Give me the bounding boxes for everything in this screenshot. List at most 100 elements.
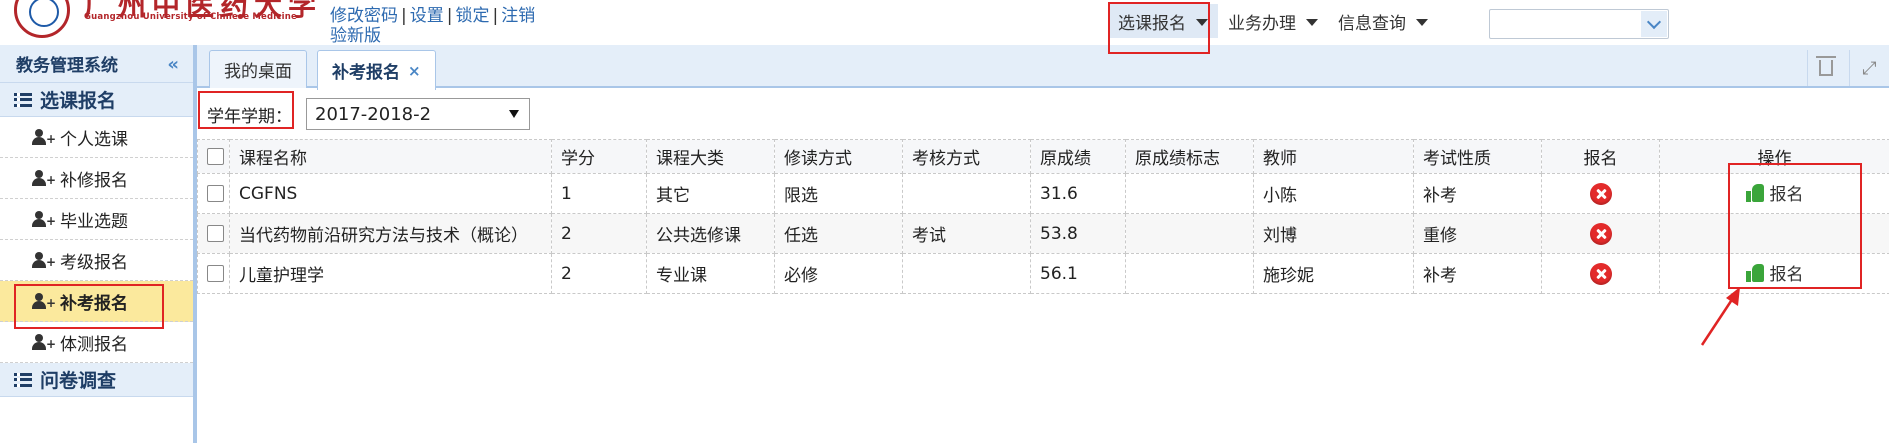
- tab-makeup-exam[interactable]: 补考报名 ×: [317, 50, 436, 90]
- column-header[interactable]: 课程名称: [229, 139, 552, 174]
- teacher-cell: 刘博: [1253, 213, 1414, 254]
- user-add-icon: +: [32, 334, 56, 350]
- column-header[interactable]: 报名: [1541, 139, 1660, 174]
- row-select-cell: [197, 213, 230, 254]
- column-header[interactable]: 原成绩: [1030, 139, 1126, 174]
- category-cell: 专业课: [646, 253, 775, 294]
- sidebar-group-course-registration[interactable]: 选课报名: [0, 83, 193, 117]
- close-icon[interactable]: ×: [408, 62, 421, 80]
- top-header: 广州中医药大学 Guangzhou University of Chinese …: [0, 0, 1889, 46]
- column-header[interactable]: 原成绩标志: [1125, 139, 1254, 174]
- dropdown-arrow-icon: [509, 110, 519, 118]
- term-select[interactable]: 2017-2018-2: [306, 98, 530, 130]
- chevron-down-icon[interactable]: [1641, 11, 1667, 37]
- tab-bar: 我的桌面 补考报名 × ⤢: [197, 45, 1889, 90]
- main-content: 我的桌面 补考报名 × ⤢ 学年学期： 2017-2018-2 课程名称 学分 …: [197, 45, 1889, 443]
- register-button[interactable]: 报名: [1745, 260, 1804, 285]
- registration-status-cell: [1541, 253, 1660, 294]
- credit-cell: 2: [551, 253, 647, 294]
- table-row: 当代药物前沿研究方法与技术（概论） 2 公共选修课 任选 考试 53.8 刘博 …: [197, 213, 1889, 254]
- sidebar: 教务管理系统 « 选课报名 + 个人选课 + 补修报名 + 毕业选题 + 考级报…: [0, 45, 197, 443]
- caret-down-icon: [1196, 18, 1208, 26]
- sidebar-item-repair-registration[interactable]: + 补修报名: [0, 158, 193, 199]
- select-all-checkbox[interactable]: [207, 148, 224, 165]
- row-checkbox[interactable]: [207, 265, 224, 282]
- course-name-cell: CGFNS: [229, 173, 552, 214]
- exam-type-cell: 重修: [1413, 213, 1542, 254]
- sidebar-item-fitness-test[interactable]: + 体测报名: [0, 322, 193, 363]
- tab-label: 补考报名: [332, 63, 400, 83]
- score-flag-cell: [1125, 253, 1254, 294]
- column-header[interactable]: 考核方式: [902, 139, 1031, 174]
- column-header[interactable]: 学分: [551, 139, 647, 174]
- register-button-label: 报名: [1769, 185, 1804, 206]
- logout-link[interactable]: 注销: [501, 6, 535, 26]
- tab-label: 我的桌面: [224, 62, 292, 82]
- nav-info-query[interactable]: 信息查询: [1328, 4, 1438, 38]
- study-mode-cell: 必修: [774, 253, 903, 294]
- category-cell: 其它: [646, 173, 775, 214]
- column-header[interactable]: 考试性质: [1413, 139, 1542, 174]
- table-header-row: 课程名称 学分 课程大类 修读方式 考核方式 原成绩 原成绩标志 教师 考试性质…: [197, 139, 1889, 174]
- not-registered-icon: [1589, 222, 1612, 245]
- user-add-icon: +: [32, 129, 56, 145]
- register-button[interactable]: 报名: [1745, 180, 1804, 206]
- nav-course-registration[interactable]: 选课报名: [1108, 4, 1218, 38]
- menu-search-input[interactable]: [1490, 10, 1640, 38]
- column-header[interactable]: 修读方式: [774, 139, 903, 174]
- trash-icon[interactable]: [1807, 50, 1843, 86]
- list-icon: [14, 372, 32, 387]
- table-row: CGFNS 1 其它 限选 31.6 小陈 补考 报名: [197, 173, 1889, 214]
- sidebar-item-makeup-exam[interactable]: + 补考报名: [0, 281, 193, 322]
- course-name-cell: 当代药物前沿研究方法与技术（概论）: [229, 213, 552, 254]
- registration-status-cell: [1541, 213, 1660, 254]
- sidebar-item-label: 体测报名: [60, 334, 128, 355]
- thumbs-up-icon: [1745, 263, 1764, 282]
- new-version-link[interactable]: 验新版: [330, 26, 381, 46]
- sidebar-item-level-exam[interactable]: + 考级报名: [0, 240, 193, 281]
- settings-link[interactable]: 设置: [410, 6, 444, 26]
- teacher-cell: 施珍妮: [1253, 253, 1414, 294]
- sidebar-item-label: 考级报名: [60, 252, 128, 273]
- score-flag-cell: [1125, 213, 1254, 254]
- column-header[interactable]: 教师: [1253, 139, 1414, 174]
- column-header: 操作: [1659, 139, 1889, 174]
- action-cell: 报名: [1659, 253, 1889, 294]
- university-seal-icon: [14, 0, 70, 38]
- not-registered-icon: [1589, 182, 1612, 205]
- user-add-icon: +: [32, 211, 56, 227]
- menu-search-combo[interactable]: [1489, 9, 1669, 39]
- term-filter: 学年学期： 2017-2018-2: [201, 97, 530, 131]
- assessment-cell: 考试: [902, 213, 1031, 254]
- sidebar-item-label: 补考报名: [60, 293, 128, 314]
- select-all-cell: [197, 139, 230, 174]
- assessment-cell: [902, 173, 1031, 214]
- score-cell: 53.8: [1030, 213, 1126, 254]
- sidebar-item-graduation-topic[interactable]: + 毕业选题: [0, 199, 193, 240]
- logo-english-name: Guangzhou University of Chinese Medicine: [84, 12, 297, 22]
- nav-business[interactable]: 业务办理: [1218, 4, 1328, 38]
- score-cell: 31.6: [1030, 173, 1126, 214]
- user-add-icon: +: [32, 170, 56, 186]
- category-cell: 公共选修课: [646, 213, 775, 254]
- lock-link[interactable]: 锁定: [455, 6, 489, 26]
- row-checkbox[interactable]: [207, 225, 224, 242]
- sidebar-item-label: 补修报名: [60, 170, 128, 191]
- score-cell: 56.1: [1030, 253, 1126, 294]
- exam-type-cell: 补考: [1413, 253, 1542, 294]
- collapse-left-icon[interactable]: «: [167, 54, 179, 75]
- column-header[interactable]: 课程大类: [646, 139, 775, 174]
- exam-type-cell: 补考: [1413, 173, 1542, 214]
- tab-my-desktop[interactable]: 我的桌面: [209, 50, 307, 88]
- sidebar-item-label: 毕业选题: [60, 211, 128, 232]
- not-registered-icon: [1589, 262, 1612, 285]
- expand-icon[interactable]: ⤢: [1849, 50, 1889, 86]
- sidebar-item-personal-course[interactable]: + 个人选课: [0, 117, 193, 158]
- top-nav: 选课报名 业务办理 信息查询: [1108, 4, 1438, 38]
- sidebar-title: 教务管理系统 «: [0, 45, 193, 83]
- row-checkbox[interactable]: [207, 185, 224, 202]
- change-password-link[interactable]: 修改密码: [330, 6, 398, 26]
- row-select-cell: [197, 253, 230, 294]
- teacher-cell: 小陈: [1253, 173, 1414, 214]
- sidebar-group-survey[interactable]: 问卷调查: [0, 363, 193, 397]
